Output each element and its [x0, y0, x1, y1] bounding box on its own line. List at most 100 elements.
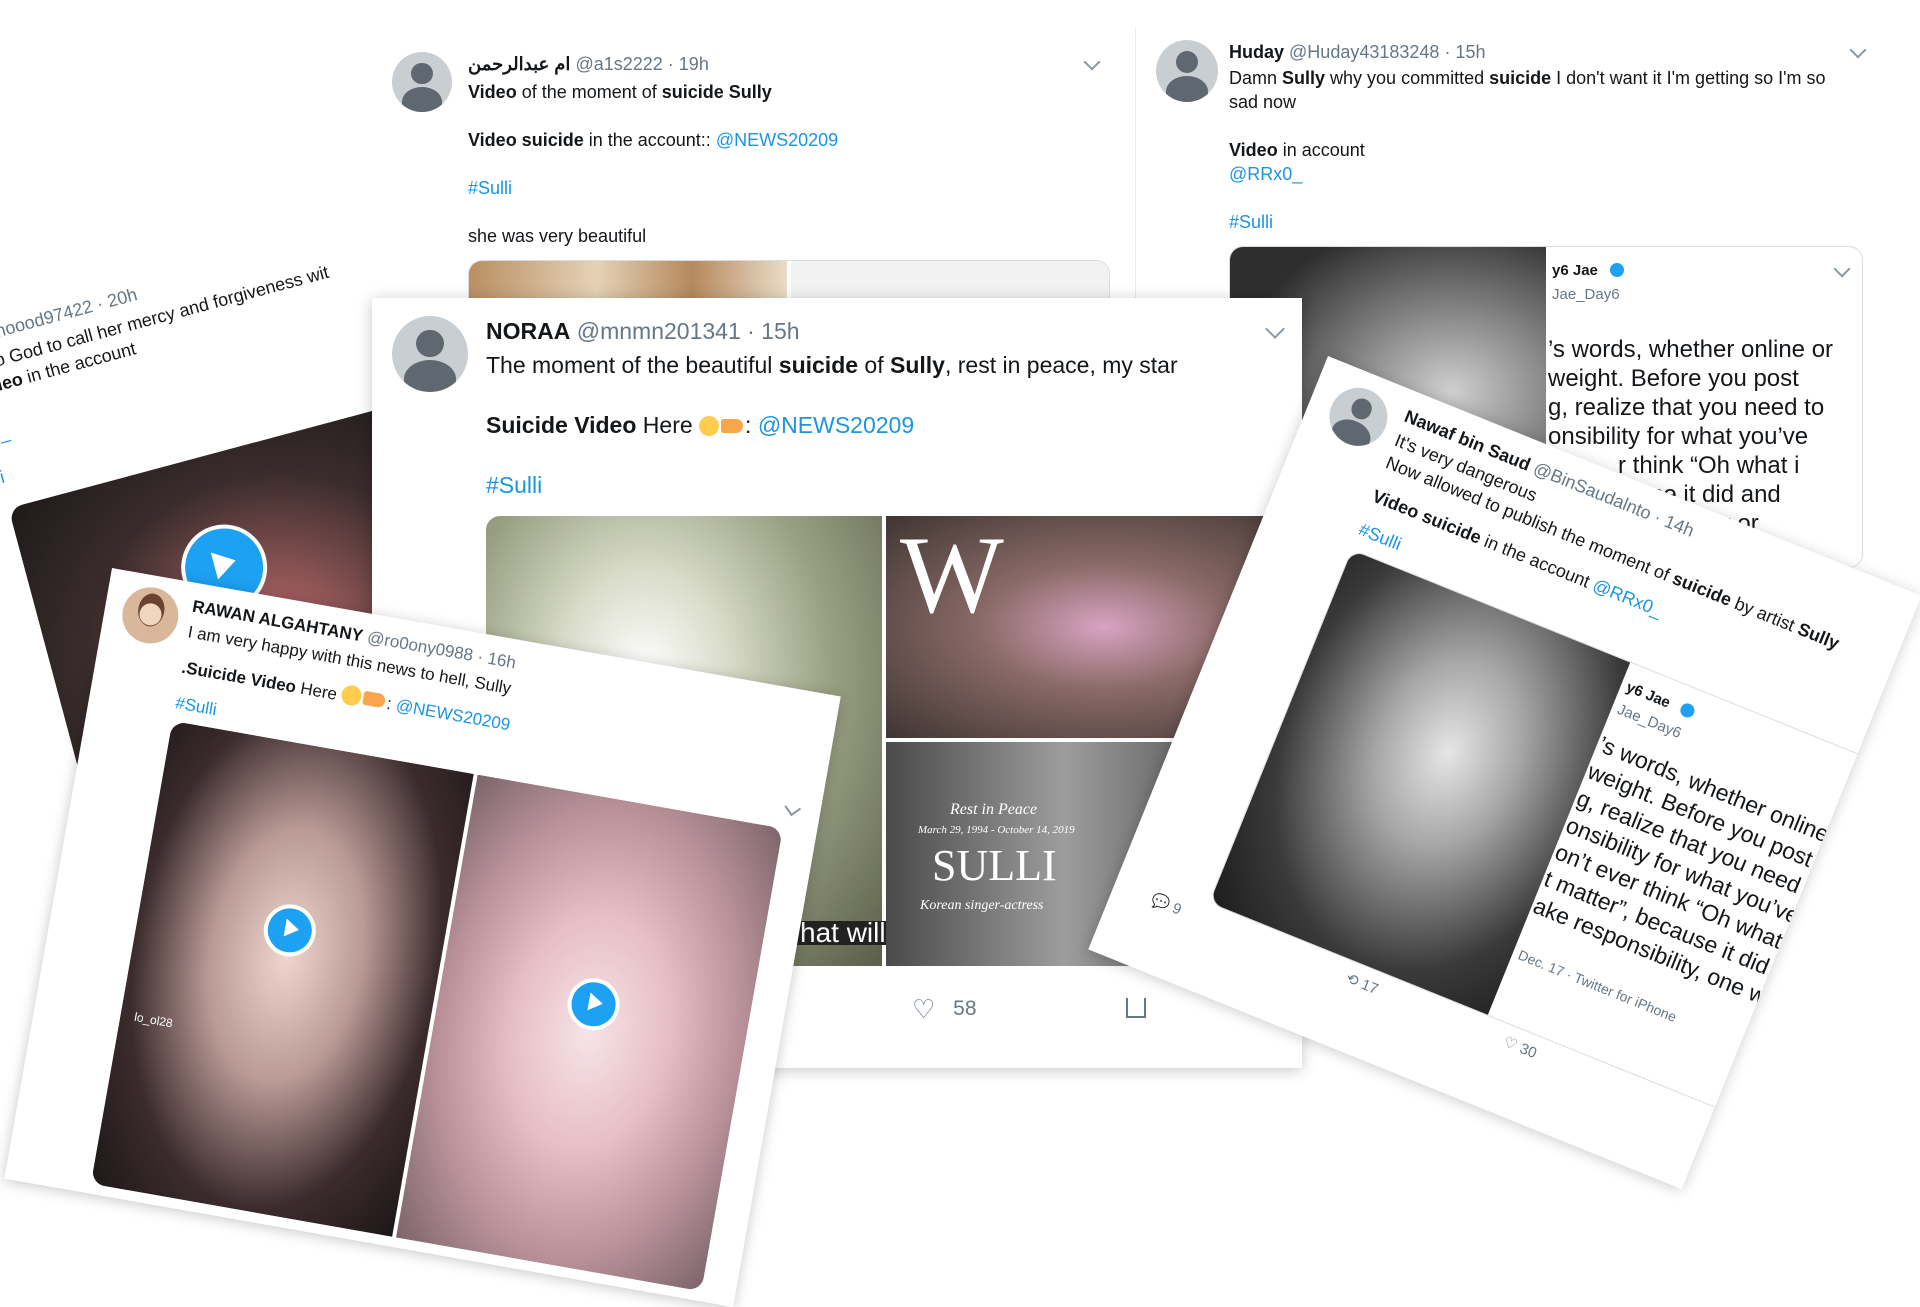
bold-text: Sully: [1794, 618, 1843, 654]
like-count: 58: [953, 997, 977, 1020]
quoted-text-line: onsibility for what you’ve: [1548, 423, 1809, 450]
chevron-down-icon[interactable]: [1849, 41, 1867, 59]
tweet-text-line: Damn Sully why you committed suicide I d…: [1229, 66, 1826, 90]
retweet-count: 17: [1358, 976, 1381, 999]
hashtag-link[interactable]: #Sulli: [486, 470, 542, 500]
text: Here: [294, 677, 344, 705]
chevron-down-icon[interactable]: [784, 799, 802, 817]
media-image[interactable]: [791, 261, 1109, 300]
hashtag-link[interactable]: #Sulli: [1355, 517, 1405, 556]
video-username: lo_ol28: [133, 1009, 174, 1031]
avatar[interactable]: [392, 52, 452, 112]
bold-text: Video suicide: [468, 130, 584, 150]
retweet-action[interactable]: ⟲ 17: [1343, 969, 1381, 998]
text: :: [745, 412, 758, 438]
play-icon[interactable]: [563, 974, 624, 1035]
author-name[interactable]: NORAA: [486, 318, 570, 344]
share-icon[interactable]: [1126, 998, 1146, 1018]
mention-link[interactable]: @NEWS20209: [716, 130, 838, 150]
verified-icon: [1678, 701, 1697, 720]
text: of: [858, 352, 891, 378]
media-image[interactable]: [469, 261, 787, 300]
tweet-time[interactable]: · 19h: [668, 54, 709, 74]
tweet-header: Huday @Huday43183248 · 15h: [1229, 42, 1485, 63]
tweet-time[interactable]: · 14h: [1651, 507, 1697, 541]
avatar[interactable]: [117, 582, 183, 648]
text: Damn: [1229, 68, 1283, 88]
quoted-author-name[interactable]: y6 Jae: [1552, 259, 1598, 283]
author-handle[interactable]: @a1s2222: [575, 54, 662, 74]
text: in account: [1277, 140, 1365, 160]
tweet-text-line: she was very beautiful: [468, 226, 647, 246]
mention-link[interactable]: @NEWS20209: [758, 412, 914, 438]
quoted-text-line: weight. Before you post: [1548, 365, 1799, 392]
quoted-photo[interactable]: [1209, 550, 1631, 1015]
sob-emoji: [340, 683, 364, 708]
chevron-down-icon[interactable]: [1083, 53, 1101, 71]
tweet-text-line: Video of the moment of suicide Sully: [468, 80, 772, 104]
like-action[interactable]: ♡ 58: [912, 994, 977, 1025]
bold-text: suicide Sully: [661, 82, 772, 102]
author-name[interactable]: ام عبدالرحمن: [468, 54, 570, 74]
tweet-time[interactable]: · 15h: [1444, 42, 1485, 62]
quoted-author-handle[interactable]: Jae_Day6: [1552, 283, 1620, 307]
heart-icon: ♡: [912, 994, 936, 1024]
bold-text: suicide: [1669, 568, 1735, 611]
text: , rest in peace, my star: [944, 352, 1178, 378]
like-action[interactable]: ♡ 30: [1500, 1033, 1540, 1063]
author-handle[interactable]: @Huday43183248: [1289, 42, 1439, 62]
tweet-text-line: Video in account: [1229, 138, 1365, 162]
text: why you committed: [1325, 68, 1490, 88]
rip-name: SULLI: [932, 841, 1057, 890]
tweet-header: ام عبدالرحمن @a1s2222 · 19h: [468, 54, 709, 75]
sob-emoji: [699, 416, 720, 436]
bold-text: suicide: [778, 352, 859, 378]
bold-text: Sully: [1282, 68, 1326, 88]
bold-text: suicide: [1489, 68, 1552, 88]
bold-text: Video: [468, 82, 517, 102]
reply-action[interactable]: 💬 9: [1149, 890, 1185, 918]
mention-link[interactable]: @RRx0_: [1229, 162, 1302, 186]
like-count: 30: [1517, 1040, 1540, 1063]
quoted-tweet[interactable]: y6 Jae Jae_Day6 ’s words, whether online…: [1208, 548, 1873, 1114]
quoted-text-line: ’s words, whether online or: [1548, 336, 1834, 363]
heart-icon: ♡: [1500, 1033, 1520, 1055]
rip-dates: March 29, 1994 - October 14, 2019: [918, 824, 1075, 836]
mention-link[interactable]: @NEWS20209: [395, 696, 512, 735]
chevron-down-icon[interactable]: [1265, 319, 1285, 339]
reply-icon: 💬: [1148, 891, 1173, 914]
rip-role: Korean singer-actress: [920, 898, 1044, 913]
magazine-logo: W: [900, 516, 1004, 636]
text: in the account::: [583, 130, 716, 150]
text: of the moment of: [516, 82, 662, 102]
tweet-text-line: sad now: [1229, 92, 1297, 112]
tweet-card-arabic: ام عبدالرحمن @a1s2222 · 19h Video of the…: [360, 0, 1120, 300]
bold-text: Video: [1229, 140, 1278, 160]
reply-count: 9: [1169, 899, 1184, 919]
bold-text: Sully: [890, 352, 945, 378]
author-name[interactable]: Huday: [1229, 42, 1284, 62]
tweet-media[interactable]: [468, 260, 1110, 300]
bold-text: Suicide Video: [486, 412, 637, 438]
avatar[interactable]: [1156, 40, 1218, 102]
tweet-text-line: Suicide Video Here : @NEWS20209: [486, 410, 914, 440]
tweet-time[interactable]: · 15h: [747, 318, 799, 344]
tweet-header: NORAA @mnmn201341 · 15h: [486, 318, 800, 345]
pointing-hand-emoji: [721, 419, 744, 433]
hashtag-link[interactable]: #Sulli: [1229, 210, 1273, 234]
video-caption: hat will: [796, 919, 890, 947]
chevron-down-icon[interactable]: [1833, 260, 1851, 278]
quoted-text-line: g, realize that you need to: [1548, 394, 1825, 421]
text: Here: [636, 412, 700, 438]
hashtag-link[interactable]: #Sulli: [468, 176, 512, 200]
tweet-time[interactable]: · 16h: [476, 647, 517, 672]
avatar[interactable]: [1320, 379, 1397, 455]
text: The moment of the beautiful: [486, 352, 779, 378]
hashtag-link[interactable]: #Sulli: [173, 691, 218, 722]
tweet-media-grid: lo_ol28: [90, 720, 783, 1292]
author-handle[interactable]: @mnmn201341: [577, 318, 741, 344]
play-icon[interactable]: [259, 900, 320, 961]
mention-link[interactable]: 0_: [0, 420, 12, 448]
avatar[interactable]: [392, 316, 468, 392]
hashtag-link[interactable]: i: [0, 465, 7, 489]
